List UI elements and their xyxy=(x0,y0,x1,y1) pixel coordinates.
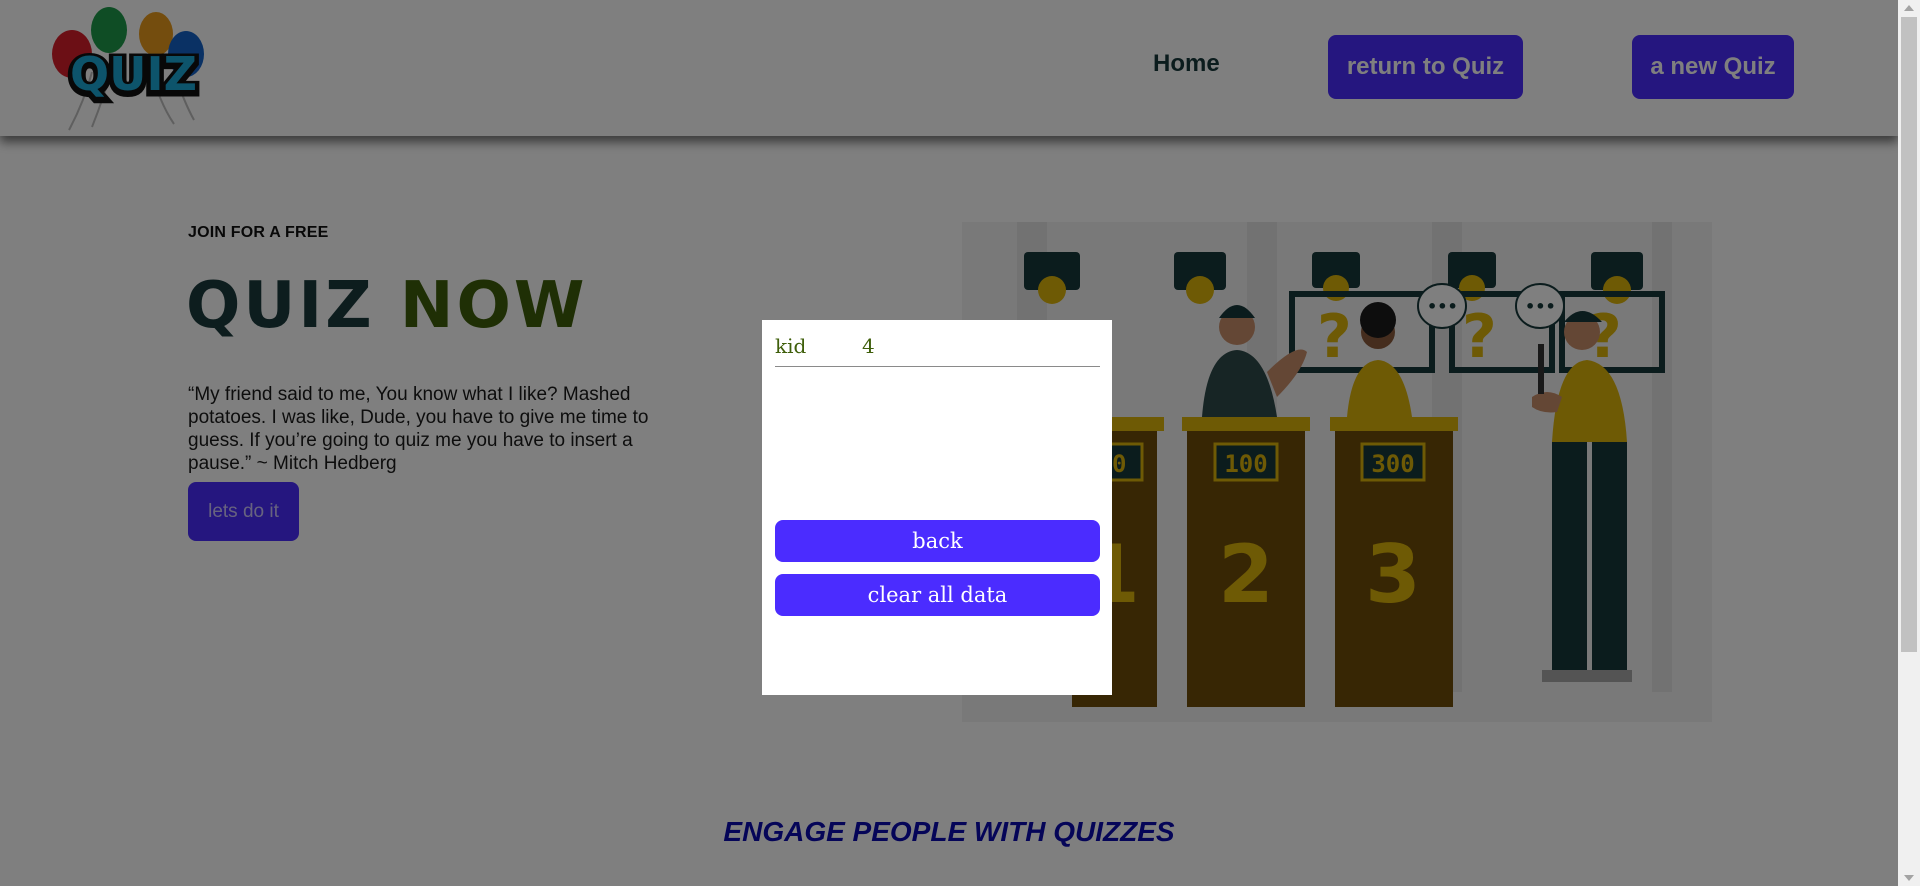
clear-all-data-button[interactable]: clear all data xyxy=(775,574,1100,616)
page-scrollbar[interactable] xyxy=(1898,0,1920,886)
score-row: kid 4 xyxy=(775,332,1100,367)
player-name: kid xyxy=(775,334,807,358)
back-button[interactable]: back xyxy=(775,520,1100,562)
results-modal: kid 4 back clear all data xyxy=(762,320,1112,695)
scroll-up-arrow-icon[interactable] xyxy=(1898,0,1920,17)
player-score: 4 xyxy=(862,334,875,358)
scroll-down-arrow-icon[interactable] xyxy=(1898,869,1920,886)
scrollbar-thumb[interactable] xyxy=(1901,17,1917,652)
